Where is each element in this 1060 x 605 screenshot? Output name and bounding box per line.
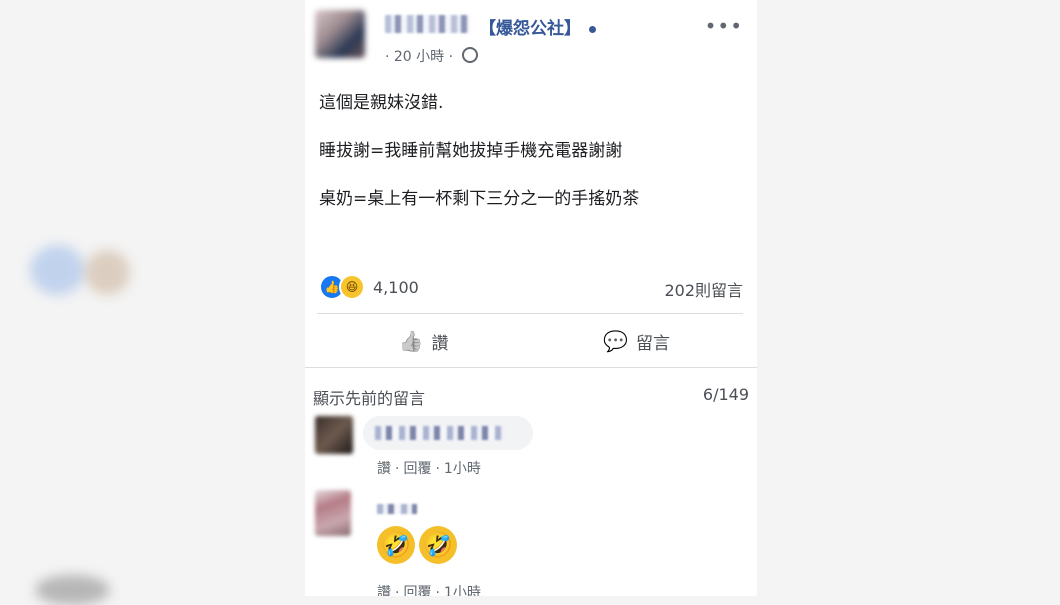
page-name[interactable]: 【爆怨公社】: [479, 14, 596, 39]
globe-icon: [461, 47, 478, 63]
show-previous-comments-link[interactable]: 顯示先前的留言: [313, 385, 425, 409]
background-blur: [30, 245, 85, 295]
comment-like-link[interactable]: 讚: [377, 585, 391, 596]
comment-reply-link[interactable]: 回覆: [403, 585, 431, 596]
like-button[interactable]: 👍 讚: [317, 318, 530, 364]
page-avatar[interactable]: [315, 10, 365, 58]
haha-reaction-icon: 😆: [339, 274, 365, 300]
background-blur: [35, 575, 110, 605]
reaction-count: 4,100: [373, 277, 419, 297]
status-dot-icon: [589, 25, 596, 33]
comments-header: 顯示先前的留言 6/149: [313, 385, 749, 409]
comment-actions: 讚 · 回覆 · 1小時: [377, 582, 481, 596]
divider: [305, 367, 757, 368]
like-label: 讚: [431, 333, 449, 354]
more-options-icon[interactable]: •••: [705, 14, 743, 38]
post-line: 桌奶=桌上有一杯剩下三分之一的手搖奶茶: [319, 189, 640, 209]
post-meta: · 20 小時 ·: [385, 46, 478, 66]
censored-comment: [375, 426, 505, 440]
commenter-avatar[interactable]: [315, 490, 351, 536]
comment-time[interactable]: 1小時: [444, 585, 481, 596]
comment-emoji-content: 🤣 🤣: [377, 526, 461, 564]
comment-label: 留言: [635, 333, 670, 354]
divider: [317, 313, 743, 314]
post-actions: 👍 讚 💬 留言: [317, 318, 743, 364]
facebook-post-card: 【爆怨公社】 · 20 小時 · ••• 這個是親妹沒錯. 睡拔謝=我睡前幫她拔…: [305, 0, 757, 596]
comments-pager: 6/149: [702, 385, 749, 404]
censored-commenter-name: [377, 504, 417, 514]
post-time[interactable]: · 20 小時 ·: [385, 49, 453, 65]
comment-reply-link[interactable]: 回覆: [403, 461, 431, 477]
reaction-summary[interactable]: 👍 😆 4,100: [319, 274, 419, 300]
thumbs-up-icon: 👍: [398, 329, 424, 353]
comment-button[interactable]: 💬 留言: [530, 318, 743, 364]
comment-item: 🤣 🤣 讚 · 回覆 · 1小時: [315, 488, 745, 596]
comment-actions: 讚 · 回覆 · 1小時: [377, 461, 481, 477]
commenter-avatar[interactable]: [315, 416, 353, 454]
laugh-emoji-icon: 🤣: [377, 526, 415, 564]
post-body: 這個是親妹沒錯. 睡拔謝=我睡前幫她拔掉手機充電器謝謝 桌奶=桌上有一杯剩下三分…: [319, 92, 639, 236]
comment-item: 讚 · 回覆 · 1小時: [315, 414, 745, 484]
censored-name: [385, 15, 470, 33]
comment-count-link[interactable]: 202則留言: [664, 277, 743, 301]
post-line: 睡拔謝=我睡前幫她拔掉手機充電器謝謝: [319, 141, 623, 161]
background-blur: [85, 250, 130, 295]
comment-like-link[interactable]: 讚: [377, 461, 391, 477]
post-line: 這個是親妹沒錯.: [319, 93, 444, 113]
comment-time[interactable]: 1小時: [444, 461, 481, 477]
comment-icon: 💬: [603, 329, 628, 353]
laugh-emoji-icon: 🤣: [419, 526, 457, 564]
